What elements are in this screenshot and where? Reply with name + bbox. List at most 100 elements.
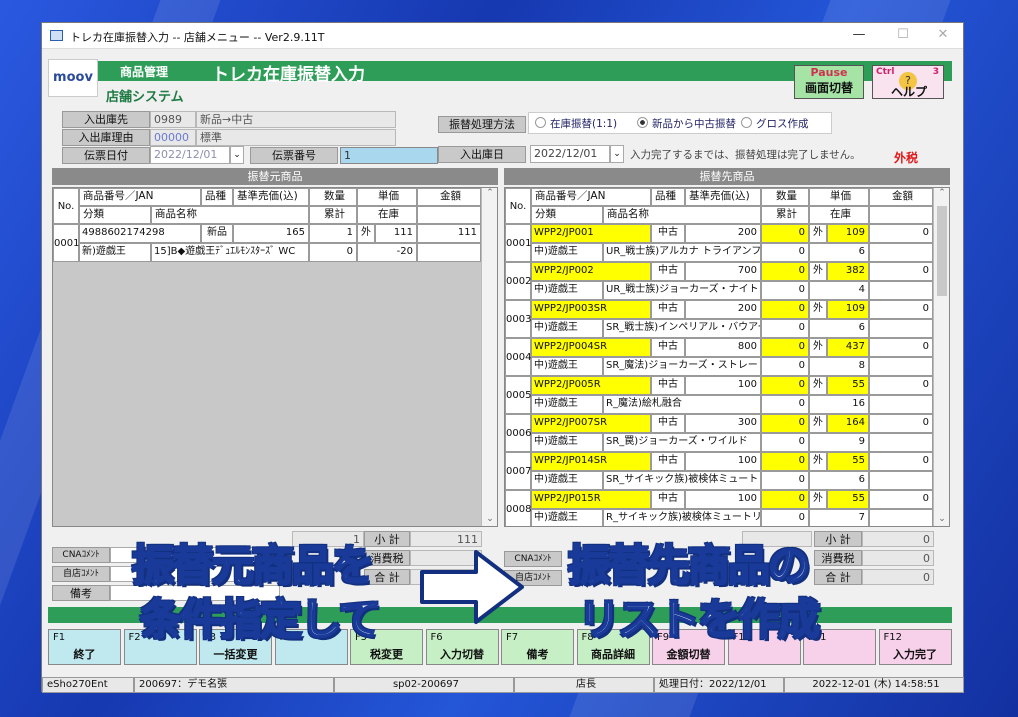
col-qty: 数量 <box>309 188 357 206</box>
col-code: 商品番号／JAN <box>79 188 201 206</box>
slip-date-label: 伝票日付 <box>62 147 150 164</box>
base-price: 700 <box>685 262 761 281</box>
slip-no-field[interactable]: 1 <box>340 147 438 164</box>
product-code[interactable]: WPP2/JP007SR <box>531 414 651 433</box>
qty-input[interactable]: 0 <box>761 490 809 509</box>
qty-input[interactable]: 1 <box>309 224 357 243</box>
qty-input[interactable]: 0 <box>761 338 809 357</box>
scroll-thumb[interactable] <box>937 206 947 296</box>
unit-price[interactable]: 55 <box>827 452 869 471</box>
unit-price[interactable]: 55 <box>827 376 869 395</box>
product-code[interactable]: WPP2/JP004SR <box>531 338 651 357</box>
fkey-label: 入力切替 <box>440 648 484 661</box>
product-code[interactable]: WPP2/JP003SR <box>531 300 651 319</box>
col-unit: 単価 <box>357 188 417 206</box>
status-clock: 2022-12-01 (木) 14:58:51 <box>784 677 964 693</box>
qty-input[interactable]: 0 <box>761 262 809 281</box>
base-price: 200 <box>685 224 761 243</box>
radio-new-to-used[interactable] <box>637 117 648 128</box>
source-scrollbar[interactable]: ⌃ ⌄ <box>481 188 497 526</box>
row-blank <box>869 395 933 414</box>
io-date-field[interactable]: 2022/12/01 <box>530 145 610 163</box>
category: 中)遊戯王 <box>531 395 603 414</box>
stock: 6 <box>809 243 869 262</box>
stock: 6 <box>809 471 869 490</box>
row-no: 0005 <box>505 376 531 414</box>
scroll-up-icon[interactable]: ⌃ <box>482 188 497 198</box>
product-code[interactable]: WPP2/JP005R <box>531 376 651 395</box>
col-stock: 在庫 <box>809 206 869 224</box>
product-code[interactable]: WPP2/JP002 <box>531 262 651 281</box>
cumulative: 0 <box>761 357 809 376</box>
scroll-down-icon[interactable]: ⌄ <box>482 514 497 524</box>
io-date-label: 入出庫日 <box>438 146 526 163</box>
close-button[interactable]: ✕ <box>934 27 952 42</box>
fkey-f12[interactable]: F12 入力完了 <box>878 629 952 665</box>
unit-price[interactable]: 382 <box>827 262 869 281</box>
unit-price[interactable]: 437 <box>827 338 869 357</box>
fkey-f7[interactable]: F7 備考 <box>501 629 574 665</box>
row-blank <box>417 243 481 262</box>
fkey-number: F7 <box>506 632 519 643</box>
amount: 0 <box>869 338 933 357</box>
shop-comment-label: 自店ｺﾒﾝﾄ <box>52 566 110 582</box>
scroll-down-icon[interactable]: ⌄ <box>934 514 949 524</box>
category: 中)遊戯王 <box>531 433 603 452</box>
maximize-button[interactable]: ☐ <box>894 27 912 42</box>
qty-input[interactable]: 0 <box>761 224 809 243</box>
row-blank <box>869 281 933 300</box>
pause-label: Pause <box>810 66 848 79</box>
pause-button[interactable]: Pause 画面切替 <box>794 65 864 99</box>
reason-code[interactable]: 00000 <box>150 129 196 146</box>
base-price: 300 <box>685 414 761 433</box>
fkey-f1[interactable]: F1 終了 <box>48 629 121 665</box>
dest-code[interactable]: 0989 <box>150 111 196 128</box>
product-type: 中古 <box>651 452 685 471</box>
col-amount: 金額 <box>869 188 933 206</box>
unit-price[interactable]: 109 <box>827 224 869 243</box>
col-blank <box>869 206 933 224</box>
unit-price[interactable]: 111 <box>375 224 417 243</box>
amount: 0 <box>869 490 933 509</box>
cna-comment-label: CNAｺﾒﾝﾄ <box>52 547 110 563</box>
amount: 0 <box>869 452 933 471</box>
product-code[interactable]: WPP2/JP015R <box>531 490 651 509</box>
cumulative: 0 <box>761 471 809 490</box>
scroll-up-icon[interactable]: ⌃ <box>934 188 949 198</box>
fkey-f6[interactable]: F6 入力切替 <box>425 629 499 665</box>
unit-price[interactable]: 164 <box>827 414 869 433</box>
slip-date-field[interactable]: 2022/12/01 <box>150 146 230 164</box>
row-blank <box>869 471 933 490</box>
qty-input[interactable]: 0 <box>761 414 809 433</box>
qty-input[interactable]: 0 <box>761 452 809 471</box>
product-name: SR_罠)ジョーカーズ・ワイルド <box>603 433 761 452</box>
category: 中)遊戯王 <box>531 281 603 300</box>
cumulative: 0 <box>761 433 809 452</box>
product-code[interactable]: WPP2/JP014SR <box>531 452 651 471</box>
row-no: 0007 <box>505 452 531 490</box>
unit-price[interactable]: 55 <box>827 490 869 509</box>
radio-stock-transfer[interactable] <box>535 117 546 128</box>
qty-input[interactable]: 0 <box>761 376 809 395</box>
col-name: 商品名称 <box>603 206 761 224</box>
note-label: 備考 <box>52 585 110 601</box>
help-button[interactable]: Ctrl 3 ? ヘルプ <box>872 65 944 99</box>
chevron-down-icon[interactable]: ⌄ <box>230 146 244 164</box>
product-code[interactable]: 4988602174298 <box>79 224 201 243</box>
col-unit: 単価 <box>809 188 869 206</box>
dest-scrollbar[interactable]: ⌃ ⌄ <box>933 188 949 526</box>
product-name: SR_魔法)ジョーカーズ・ストレート <box>603 357 761 376</box>
row-no: 0003 <box>505 300 531 338</box>
col-price: 基準売価(込) <box>233 188 309 206</box>
chevron-down-icon[interactable]: ⌄ <box>610 145 624 163</box>
qty-input[interactable]: 0 <box>761 300 809 319</box>
stock: 7 <box>809 509 869 526</box>
col-type: 品種 <box>651 188 685 206</box>
dest-total: 0 <box>862 569 934 585</box>
unit-price[interactable]: 109 <box>827 300 869 319</box>
category: 中)遊戯王 <box>531 243 603 262</box>
minimize-button[interactable]: — <box>850 27 868 42</box>
product-code[interactable]: WPP2/JP001 <box>531 224 651 243</box>
radio-gross[interactable] <box>741 117 752 128</box>
amount: 0 <box>869 300 933 319</box>
